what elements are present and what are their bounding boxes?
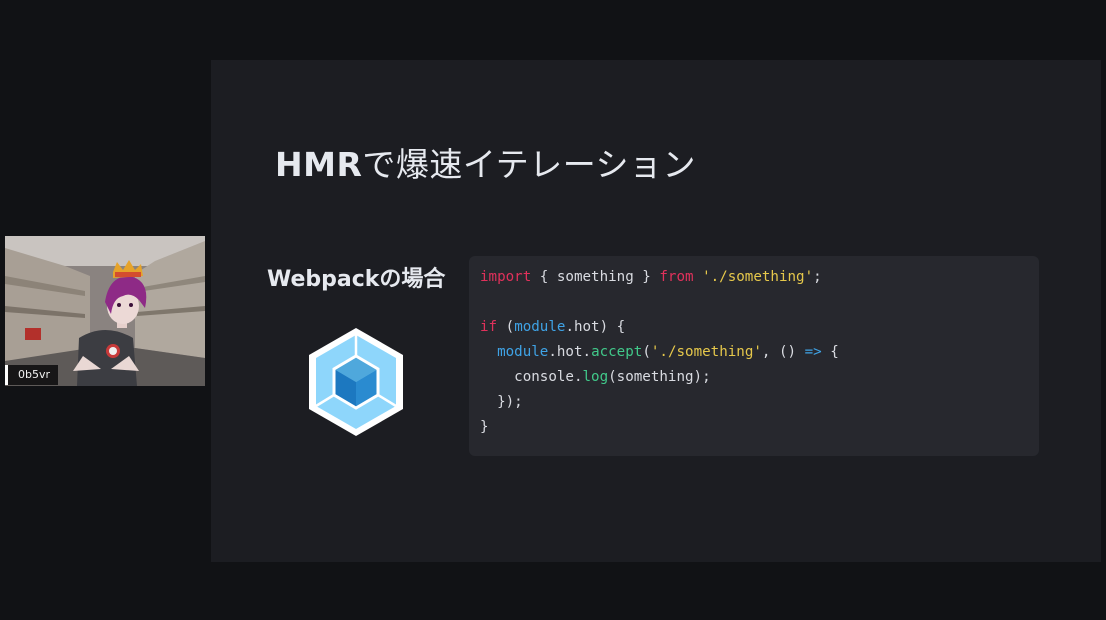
code-line: } [480, 419, 489, 435]
code-identifier: module [514, 319, 566, 335]
code-text-segment: , () [761, 344, 805, 360]
code-function: accept [591, 344, 643, 360]
code-text-segment: { [821, 344, 839, 360]
code-text-segment: ; [813, 269, 822, 285]
code-text-segment: .hot) { [565, 319, 626, 335]
code-text-segment: ( [497, 319, 515, 335]
code-text-segment [480, 344, 497, 360]
code-string: './something' [702, 269, 814, 285]
slide-title: HMRで爆速イテレーション [275, 138, 696, 186]
camera-scene [5, 236, 205, 386]
code-text-segment: ( [642, 344, 651, 360]
code-function: log [582, 369, 609, 385]
code-line: }); [480, 394, 523, 410]
slide-subheading: Webpackの場合 [267, 267, 446, 292]
code-text: import { something } from './something';… [480, 265, 839, 440]
code-keyword: from [659, 269, 694, 285]
code-keyword: import [480, 269, 532, 285]
presenter-camera-feed [5, 236, 205, 386]
presentation-slide: HMRで爆速イテレーション Webpackの場合 import { someth… [211, 60, 1101, 562]
code-text-segment [694, 269, 703, 285]
slide-title-hmr: HMR [275, 145, 363, 184]
presenter-name-tag: 0b5vr [5, 365, 59, 385]
code-text-segment: { something } [531, 269, 660, 285]
slide-title-jp: で爆速イテレーション [362, 145, 697, 184]
code-text-segment: console. [480, 369, 583, 385]
code-keyword: if [480, 319, 498, 335]
code-text-segment: .hot. [548, 344, 592, 360]
code-string: './something' [650, 344, 762, 360]
code-arrow: => [804, 344, 822, 360]
code-identifier: module [497, 344, 549, 360]
code-text-segment: (something); [608, 369, 711, 385]
webpack-logo-icon [306, 326, 406, 438]
code-block: import { something } from './something';… [469, 256, 1039, 456]
